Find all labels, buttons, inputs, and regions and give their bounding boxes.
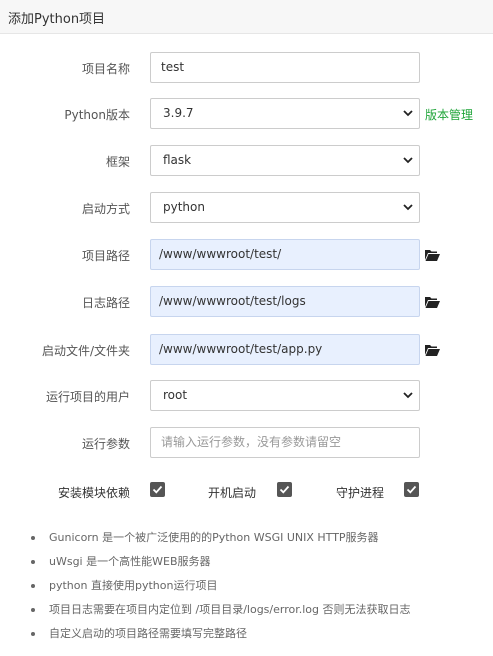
project-path-label: 项目路径 [81, 249, 130, 263]
chevron-down-icon [403, 204, 413, 211]
log-path-label: 日志路径 [81, 296, 130, 310]
row-log-path: 日志路径 /www/wwwroot/test/logs [0, 286, 493, 318]
row-start-method: 启动方式 python [0, 192, 493, 224]
row-framework: 框架 flask [0, 145, 493, 177]
row-project-name: 项目名称 test [0, 52, 493, 84]
chevron-down-icon [403, 392, 413, 399]
autostart-checkbox[interactable] [277, 482, 292, 497]
row-run-args: 运行参数 请输入运行参数，没有参数请留空 [0, 427, 493, 459]
row-python-version: Python版本 3.9.7 版本管理 [0, 98, 493, 130]
project-path-input[interactable]: /www/wwwroot/test/ [150, 239, 420, 270]
python-version-value: 3.9.7 [163, 106, 194, 120]
row-start-file: 启动文件/文件夹 /www/wwwroot/test/app.py [0, 334, 493, 366]
daemon-checkbox[interactable] [404, 482, 419, 497]
framework-select[interactable]: flask [150, 145, 420, 176]
folder-open-icon[interactable] [425, 296, 440, 308]
check-icon [406, 485, 417, 494]
check-icon [152, 485, 163, 494]
start-method-label: 启动方式 [81, 202, 130, 216]
start-file-input[interactable]: /www/wwwroot/test/app.py [150, 334, 420, 365]
folder-open-icon[interactable] [425, 344, 440, 356]
start-method-select[interactable]: python [150, 192, 420, 223]
dialog-title: 添加Python项目 [8, 12, 106, 27]
install-deps-label: 安装模块依赖 [58, 486, 131, 500]
log-path-input[interactable]: /www/wwwroot/test/logs [150, 286, 420, 317]
chevron-down-icon [403, 110, 413, 117]
project-name-label: 项目名称 [81, 62, 130, 76]
autostart-label: 开机启动 [208, 486, 257, 500]
install-deps-checkbox[interactable] [150, 482, 165, 497]
row-run-user: 运行项目的用户 root [0, 380, 493, 412]
version-manage-link[interactable]: 版本管理 [425, 106, 473, 123]
python-version-label: Python版本 [64, 108, 130, 122]
note-item: python 直接使用python运行项目 [31, 576, 486, 600]
folder-open-icon[interactable] [425, 249, 440, 261]
row-project-path: 项目路径 /www/wwwroot/test/ [0, 239, 493, 271]
run-args-label: 运行参数 [81, 437, 130, 451]
start-method-value: python [163, 200, 205, 214]
note-item: Gunicorn 是一个被广泛使用的的Python WSGI UNIX HTTP… [31, 528, 486, 552]
framework-value: flask [163, 153, 192, 167]
run-user-label: 运行项目的用户 [45, 390, 130, 404]
check-icon [279, 485, 290, 494]
python-version-select[interactable]: 3.9.7 [150, 98, 420, 129]
note-item: 项目日志需要在项目内定位到 /项目目录/logs/error.log 否则无法获… [31, 600, 486, 624]
project-name-input[interactable]: test [150, 52, 420, 83]
run-user-select[interactable]: root [150, 380, 420, 411]
daemon-label: 守护进程 [336, 486, 385, 500]
run-user-value: root [163, 388, 188, 402]
dialog-header: 添加Python项目 [0, 0, 493, 34]
framework-label: 框架 [105, 155, 130, 169]
options-row: 安装模块依赖 开机启动 守护进程 [0, 482, 493, 502]
note-item: 自定义启动的项目路径需要填写完整路径 [31, 624, 486, 648]
run-args-input[interactable]: 请输入运行参数，没有参数请留空 [150, 427, 420, 458]
chevron-down-icon [403, 157, 413, 164]
help-notes: Gunicorn 是一个被广泛使用的的Python WSGI UNIX HTTP… [31, 528, 486, 648]
start-file-label: 启动文件/文件夹 [41, 344, 130, 358]
note-item: uWsgi 是一个高性能WEB服务器 [31, 552, 486, 576]
